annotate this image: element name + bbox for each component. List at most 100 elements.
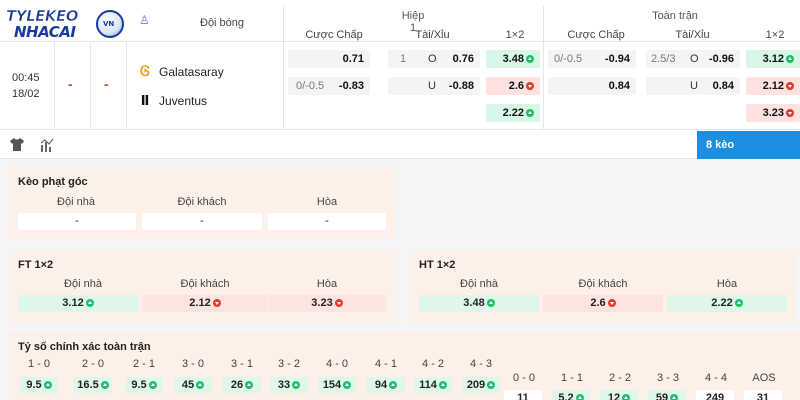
odds-value: 0.84 (608, 80, 630, 92)
ou-side: O (690, 53, 699, 65)
arrow-up-icon (148, 381, 157, 389)
card-title: Kèo phạt góc (18, 176, 88, 188)
corner-away-odds[interactable]: - (142, 213, 262, 230)
h1-over[interactable]: 1 O 0.76 (388, 50, 480, 68)
ft-1x2-away[interactable]: 2.12 (746, 77, 800, 95)
score-odds[interactable]: 5.2 (552, 390, 590, 400)
arrow-up-icon (786, 55, 794, 63)
corner-draw-odds[interactable]: - (268, 213, 386, 230)
score-odds[interactable]: 114 (414, 377, 452, 393)
ht-draw-odds[interactable]: 2.22 (667, 295, 787, 312)
odds-value: 2.22 (503, 104, 534, 122)
ht-1x2-card: HT 1×2 Đội nhà Đội khách Hòa 3.48 2.6 2.… (409, 250, 795, 322)
score-label: 3 - 0 (181, 358, 204, 370)
h1-handicap-home[interactable]: 0.71 (288, 50, 370, 68)
away-team[interactable]: Ⅱ Juventus (138, 93, 207, 109)
arrow-up-icon (622, 394, 631, 400)
score-odds[interactable]: 45 (174, 377, 212, 393)
arrow-down-icon (212, 299, 221, 307)
score-odds[interactable]: 12 (600, 390, 638, 400)
score-label: 3 - 1 (230, 358, 253, 370)
score-label: 3 - 3 (656, 372, 679, 384)
score-odds[interactable]: 59 (648, 390, 686, 400)
corner-home-odds[interactable]: - (18, 213, 136, 230)
arrow-down-icon (526, 82, 534, 90)
ou-side: U (428, 80, 436, 92)
ht-away-odds[interactable]: 2.6 (543, 295, 663, 312)
ft-over[interactable]: 2.5/3 O -0.96 (646, 50, 740, 68)
score-odds[interactable]: 16.5 (74, 377, 112, 393)
stats-chart-icon[interactable] (40, 138, 54, 152)
score-odds[interactable]: 209 (462, 377, 500, 393)
col-label: Đội khách (578, 278, 628, 290)
ou-line: 2.5/3 (651, 53, 676, 65)
ft-handicap-home[interactable]: 0/-0.5 -0.94 (548, 50, 636, 68)
kickoff-time: 00:45 (12, 72, 40, 84)
logo-badge: VN (103, 20, 115, 28)
score-odds[interactable]: 26 (223, 377, 261, 393)
h1-overunder-header: Tài/Xỉu (415, 29, 450, 41)
odds-value: 2.6 (509, 77, 534, 95)
ft-away-odds[interactable]: 2.12 (143, 295, 267, 312)
h1-1x2-header: 1×2 (505, 29, 525, 41)
more-odds-button[interactable]: 8 kèo (697, 131, 800, 159)
site-logo[interactable]: TYLEKEO NHACAI VN (0, 4, 128, 44)
handicap-line: 0/-0.5 (296, 80, 325, 92)
arrow-up-icon (487, 381, 496, 389)
score-label: 4 - 2 (421, 358, 444, 370)
score-label: 4 - 0 (325, 358, 348, 370)
score-odds[interactable]: 11 (504, 390, 542, 400)
arrow-up-icon (43, 381, 52, 389)
col-label: Hòa (316, 196, 338, 208)
h1-1x2-draw[interactable]: 2.22 (486, 104, 540, 122)
score-odds[interactable]: 9.5 (20, 377, 58, 393)
ht-home-odds[interactable]: 3.48 (419, 295, 539, 312)
ou-side: O (428, 53, 437, 65)
score-odds[interactable]: 9.5 (125, 377, 163, 393)
score-odds[interactable]: 154 (318, 377, 356, 393)
odds-value: 2.12 (763, 77, 794, 95)
arrow-up-icon (343, 381, 352, 389)
h1-under[interactable]: U -0.88 (388, 77, 480, 95)
score-label: 1 - 1 (560, 372, 583, 384)
kickoff-date: 18/02 (12, 88, 40, 100)
score-odds[interactable]: 33 (270, 377, 308, 393)
odds-value: 3.12 (763, 50, 794, 68)
soccer-ball-icon: VN (96, 10, 124, 38)
odds-value: -0.83 (338, 80, 364, 92)
ft-home-odds[interactable]: 3.12 (18, 295, 138, 312)
score-label: AOS (752, 372, 776, 384)
h1-1x2-away[interactable]: 2.6 (486, 77, 540, 95)
home-team[interactable]: Ꮆ Galatasaray (138, 63, 224, 80)
ft-handicap-header: Cược Chấp (567, 29, 625, 41)
score-label: 2 - 1 (132, 358, 155, 370)
odds-value: -0.94 (604, 53, 630, 65)
odds-value: 3.23 (763, 104, 794, 122)
odds-value: 0.71 (342, 53, 364, 65)
ft-draw-odds[interactable]: 3.23 (268, 295, 386, 312)
playstation-icon[interactable]: ♙ (139, 13, 150, 27)
card-title: FT 1×2 (18, 259, 54, 271)
score-label: 4 - 1 (374, 358, 397, 370)
h1-handicap-away[interactable]: 0/-0.5 -0.83 (288, 77, 370, 95)
juventus-logo-icon: Ⅱ (140, 93, 150, 108)
ft-under[interactable]: U 0.84 (646, 77, 740, 95)
score-label: 4 - 3 (469, 358, 492, 370)
jersey-icon[interactable] (10, 138, 24, 151)
match-row[interactable]: 00:45 18/02 - - Ꮆ Galatasaray Ⅱ Juventus… (0, 42, 800, 130)
away-score: - (104, 76, 109, 92)
score-odds[interactable]: 249 (696, 390, 734, 400)
logo-text-line2: NHACAI (14, 23, 76, 41)
score-label: 2 - 2 (608, 372, 631, 384)
arrow-up-icon (245, 381, 254, 389)
score-odds[interactable]: 31 (744, 390, 782, 400)
ou-line: 1 (400, 53, 407, 65)
ft-1x2-home[interactable]: 3.12 (746, 50, 800, 68)
h1-handicap-header: Cược Chấp (305, 29, 363, 41)
match-toolbar: 8 kèo (0, 131, 800, 159)
score-odds[interactable]: 94 (367, 377, 405, 393)
h1-1x2-home[interactable]: 3.48 (486, 50, 540, 68)
ft-1x2-draw[interactable]: 3.23 (746, 104, 800, 122)
arrow-down-icon (786, 109, 794, 117)
ft-handicap-away[interactable]: 0.84 (548, 77, 636, 95)
